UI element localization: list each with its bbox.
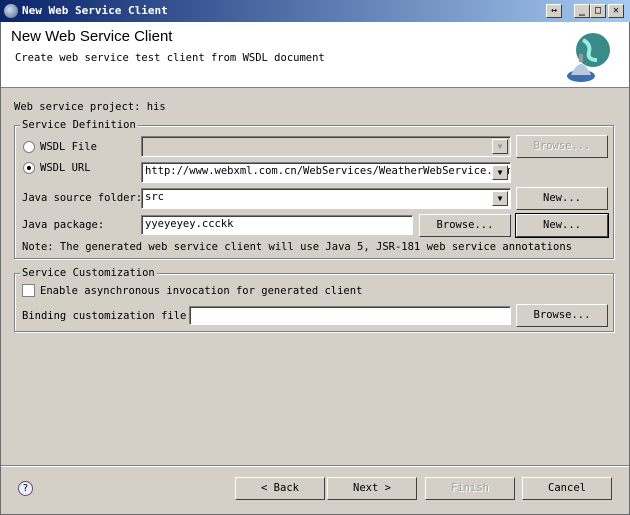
binding-file-label: Binding customization file: — [22, 310, 193, 322]
service-definition-label: Service Definition — [20, 119, 138, 131]
source-folder-new-button[interactable]: New... — [516, 187, 608, 210]
async-label: Enable asynchronous invocation for gener… — [40, 285, 363, 297]
source-folder-label: Java source folder: — [22, 192, 143, 204]
package-new-button[interactable]: New... — [515, 213, 609, 238]
source-folder-dropdown[interactable]: src — [141, 188, 511, 209]
title-bar: New Web Service Client — [0, 0, 630, 22]
package-browse-button[interactable]: Browse... — [419, 214, 511, 237]
back-button[interactable]: < Back — [235, 477, 325, 500]
package-label: Java package: — [22, 219, 105, 231]
wsdl-file-dropdown — [141, 136, 511, 157]
wsdl-file-label: WSDL File — [40, 141, 97, 153]
wsdl-url-label: WSDL URL — [40, 162, 91, 174]
page-subtitle: Create web service test client from WSDL… — [15, 52, 325, 64]
chevron-down-icon[interactable]: ▼ — [492, 165, 508, 180]
async-checkbox[interactable] — [22, 284, 35, 297]
binding-file-input[interactable] — [189, 306, 511, 325]
close-button[interactable]: ✕ — [608, 4, 624, 18]
maximize-button[interactable]: □ — [590, 4, 606, 18]
package-input[interactable]: yyeyeyey.ccckk — [141, 215, 413, 235]
finish-button: Finish — [425, 477, 515, 500]
help-icon[interactable]: ? — [18, 481, 33, 496]
app-icon — [4, 4, 18, 18]
next-button[interactable]: Next > — [327, 477, 417, 500]
wsdl-file-radio[interactable] — [23, 141, 35, 153]
footer-divider — [1, 465, 629, 467]
resize-icon[interactable]: ↔ — [546, 4, 562, 18]
web-service-globe-icon — [567, 33, 610, 82]
annotation-note: Note: The generated web service client w… — [22, 241, 572, 253]
cancel-button[interactable]: Cancel — [522, 477, 612, 500]
wsdl-url-input[interactable]: http://www.webxml.com.cn/WebServices/Wea… — [141, 162, 511, 183]
binding-browse-button[interactable]: Browse... — [516, 304, 608, 327]
service-customization-label: Service Customization — [20, 267, 157, 279]
wsdl-url-radio[interactable] — [23, 162, 35, 174]
wizard-header: New Web Service Client Create web servic… — [1, 22, 629, 88]
chevron-down-icon[interactable]: ▼ — [492, 191, 508, 206]
window-title: New Web Service Client — [22, 4, 168, 17]
wsdl-file-browse-button: Browse... — [516, 135, 608, 158]
minimize-button[interactable]: _ — [574, 4, 590, 18]
page-title: New Web Service Client — [11, 28, 173, 45]
chevron-down-icon: ▼ — [492, 139, 508, 154]
project-label: Web service project: his — [14, 101, 166, 113]
